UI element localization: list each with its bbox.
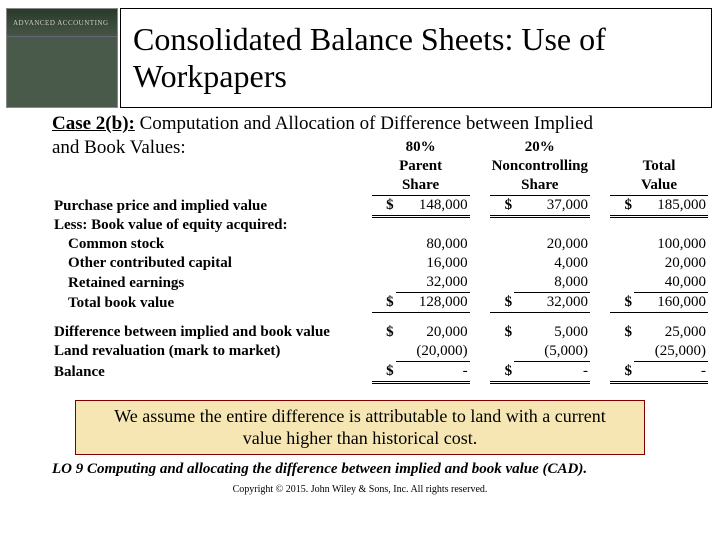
row-label: Less: Book value of equity acquired: xyxy=(52,216,372,235)
cell: 32,000 xyxy=(396,273,470,293)
cell: (25,000) xyxy=(634,342,708,362)
cell: 20,000 xyxy=(396,323,470,342)
assumption-note: We assume the entire difference is attri… xyxy=(75,400,645,455)
row-label: Balance xyxy=(52,361,372,382)
book-cover-thumbnail: ADVANCED ACCOUNTING xyxy=(6,8,118,108)
table-row xyxy=(52,313,708,323)
learning-objective: LO 9 Computing and allocating the differ… xyxy=(0,461,720,478)
cell: 20,000 xyxy=(634,254,708,273)
cell: 16,000 xyxy=(396,254,470,273)
cell: (20,000) xyxy=(396,342,470,362)
table-row: Balance $- $- $- xyxy=(52,361,708,382)
table-row: Common stock 80,000 20,000 100,000 xyxy=(52,235,708,254)
hdr-nci: Noncontrolling xyxy=(490,157,590,176)
table-row: Total book value $128,000 $32,000 $160,0… xyxy=(52,293,708,313)
cell: 100,000 xyxy=(634,235,708,254)
row-label: Purchase price and implied value xyxy=(52,195,372,216)
row-label: Land revaluation (mark to market) xyxy=(52,342,372,362)
table-row: Purchase price and implied value $148,00… xyxy=(52,195,708,216)
table-header-row: Share Share Value xyxy=(52,176,708,196)
row-label: Retained earnings xyxy=(52,273,372,293)
cell: (5,000) xyxy=(514,342,590,362)
cell: 25,000 xyxy=(634,323,708,342)
slide-body: Case 2(b): Computation and Allocation of… xyxy=(0,108,720,384)
cell: - xyxy=(396,361,470,382)
hdr-total: Total xyxy=(610,157,708,176)
copyright-text: Copyright © 2015. John Wiley & Sons, Inc… xyxy=(0,484,720,495)
cell: 5,000 xyxy=(514,323,590,342)
hdr-parent-pct: 80% xyxy=(372,138,470,157)
row-label: Total book value xyxy=(52,293,372,313)
cell: 80,000 xyxy=(396,235,470,254)
cell: 37,000 xyxy=(514,195,590,216)
case-text-line1: Computation and Allocation of Difference… xyxy=(135,113,593,134)
cell: 8,000 xyxy=(514,273,590,293)
table-row: Other contributed capital 16,000 4,000 2… xyxy=(52,254,708,273)
cell: 160,000 xyxy=(634,293,708,313)
table-row: Land revaluation (mark to market) (20,00… xyxy=(52,342,708,362)
book-cover-image xyxy=(7,37,117,107)
table-row: Less: Book value of equity acquired: xyxy=(52,216,708,235)
slide-header: ADVANCED ACCOUNTING Consolidated Balance… xyxy=(8,8,712,108)
cell: 20,000 xyxy=(514,235,590,254)
hdr-nci-sub: Share xyxy=(490,176,590,196)
slide-title: Consolidated Balance Sheets: Use of Work… xyxy=(120,8,712,108)
book-cover-title: ADVANCED ACCOUNTING xyxy=(7,9,117,37)
table-row: Difference between implied and book valu… xyxy=(52,323,708,342)
cell: - xyxy=(634,361,708,382)
cell: 32,000 xyxy=(514,293,590,313)
case-text-line2: and Book Values: xyxy=(52,137,186,158)
hdr-parent-sub: Share xyxy=(372,176,470,196)
hdr-total-sub: Value xyxy=(610,176,708,196)
row-label: Common stock xyxy=(52,235,372,254)
row-label: Difference between implied and book valu… xyxy=(52,323,372,342)
cell: 148,000 xyxy=(396,195,470,216)
table-row: Retained earnings 32,000 8,000 40,000 xyxy=(52,273,708,293)
cell: 4,000 xyxy=(514,254,590,273)
cell: 128,000 xyxy=(396,293,470,313)
allocation-table: 80% 20% Parent Noncontrolling Total Shar… xyxy=(52,138,708,384)
case-label: Case 2(b): xyxy=(52,113,135,134)
hdr-nci-pct: 20% xyxy=(490,138,590,157)
row-label: Other contributed capital xyxy=(52,254,372,273)
cell: - xyxy=(514,361,590,382)
cell: 185,000 xyxy=(634,195,708,216)
cell: 40,000 xyxy=(634,273,708,293)
hdr-parent: Parent xyxy=(372,157,470,176)
